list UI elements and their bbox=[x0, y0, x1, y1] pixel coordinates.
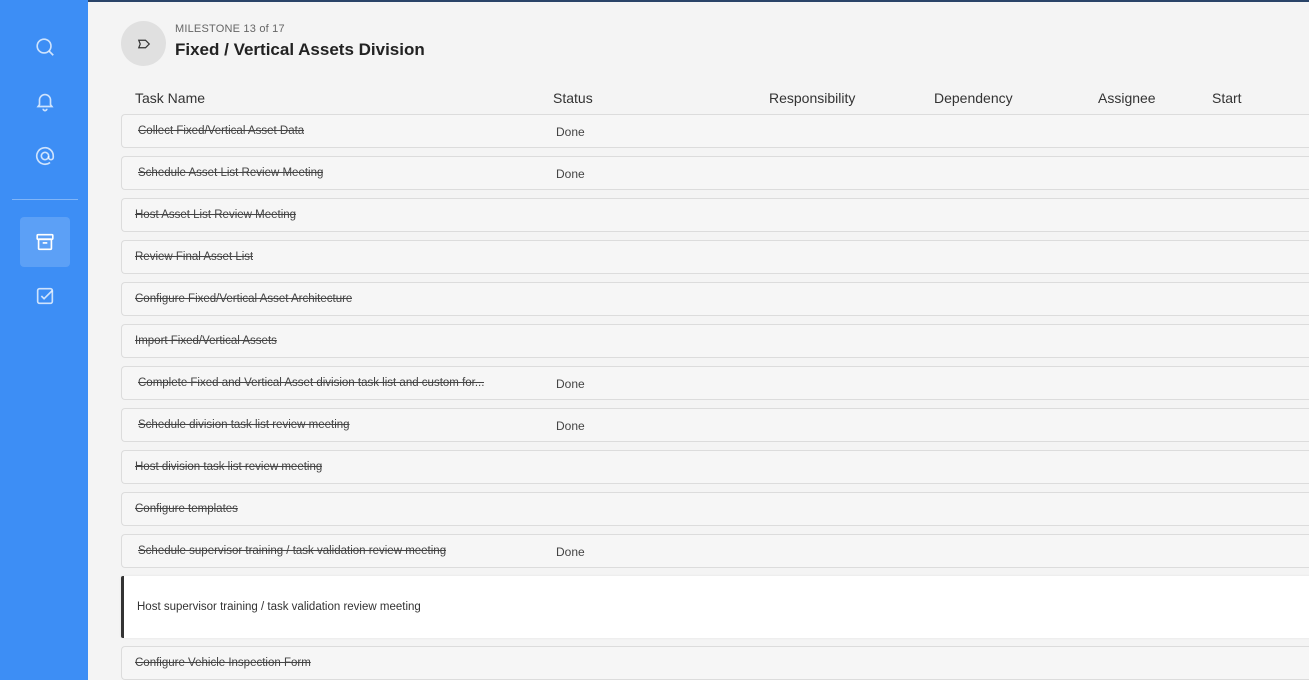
column-header-assignee[interactable]: Assignee bbox=[1098, 90, 1156, 106]
task-status: Done bbox=[556, 545, 585, 559]
column-header-responsibility[interactable]: Responsibility bbox=[769, 90, 855, 106]
task-row[interactable]: Configure Vehicle Inspection Form bbox=[121, 646, 1309, 680]
milestone-counter: MILESTONE 13 of 17 bbox=[175, 23, 285, 35]
at-icon bbox=[35, 146, 55, 166]
task-name: Host division task list review meeting bbox=[135, 461, 323, 473]
task-name: Import Fixed/Vertical Assets bbox=[135, 335, 277, 347]
tasks-button[interactable] bbox=[20, 271, 70, 321]
task-row[interactable]: Configure Fixed/Vertical Asset Architect… bbox=[121, 282, 1309, 316]
task-status: Done bbox=[556, 419, 585, 433]
task-row[interactable]: Complete Fixed and Vertical Asset divisi… bbox=[121, 366, 1309, 400]
checkbox-icon bbox=[36, 287, 54, 305]
bell-icon bbox=[36, 93, 54, 112]
mentions-button[interactable] bbox=[20, 131, 70, 181]
task-status: Done bbox=[556, 125, 585, 139]
rail-divider bbox=[12, 199, 78, 200]
task-row[interactable]: Host division task list review meeting bbox=[121, 450, 1309, 484]
left-nav-rail bbox=[0, 0, 88, 680]
task-row-selected[interactable]: Host supervisor training / task validati… bbox=[121, 576, 1309, 638]
task-name: Review Final Asset List bbox=[135, 251, 254, 263]
task-name: Host Asset List Review Meeting bbox=[135, 209, 297, 221]
column-header-status[interactable]: Status bbox=[553, 90, 593, 106]
task-name: Host supervisor training / task validati… bbox=[137, 601, 421, 613]
task-row[interactable]: Collect Fixed/Vertical Asset Data Done bbox=[121, 114, 1309, 148]
task-row[interactable]: Configure templates bbox=[121, 492, 1309, 526]
task-name: Schedule division task list review meeti… bbox=[138, 419, 350, 431]
task-row[interactable]: Schedule supervisor training / task vali… bbox=[121, 534, 1309, 568]
task-row[interactable]: Schedule Asset List Review Meeting Done bbox=[121, 156, 1309, 190]
column-header-start[interactable]: Start bbox=[1212, 90, 1242, 106]
column-header-task-name[interactable]: Task Name bbox=[135, 90, 205, 106]
archive-button[interactable] bbox=[20, 217, 70, 267]
task-status: Done bbox=[556, 167, 585, 181]
task-name: Collect Fixed/Vertical Asset Data bbox=[138, 125, 305, 137]
task-name: Configure templates bbox=[135, 503, 238, 515]
search-button[interactable] bbox=[20, 22, 70, 72]
task-row[interactable]: Schedule division task list review meeti… bbox=[121, 408, 1309, 442]
task-name: Schedule Asset List Review Meeting bbox=[138, 167, 324, 179]
task-name: Complete Fixed and Vertical Asset divisi… bbox=[138, 377, 485, 389]
task-name: Schedule supervisor training / task vali… bbox=[138, 545, 447, 557]
task-row[interactable]: Review Final Asset List bbox=[121, 240, 1309, 274]
milestone-tag-icon[interactable] bbox=[121, 21, 166, 66]
task-status: Done bbox=[556, 377, 585, 391]
notifications-button[interactable] bbox=[20, 76, 70, 126]
milestone-panel: MILESTONE 13 of 17 Fixed / Vertical Asse… bbox=[88, 0, 1309, 680]
search-icon bbox=[36, 38, 54, 56]
column-header-dependency[interactable]: Dependency bbox=[934, 90, 1013, 106]
milestone-title: Fixed / Vertical Assets Division bbox=[175, 40, 425, 59]
task-name: Configure Fixed/Vertical Asset Architect… bbox=[135, 293, 353, 305]
task-row[interactable]: Host Asset List Review Meeting bbox=[121, 198, 1309, 232]
archive-icon bbox=[36, 233, 54, 251]
task-name: Configure Vehicle Inspection Form bbox=[135, 657, 311, 669]
task-row[interactable]: Import Fixed/Vertical Assets bbox=[121, 324, 1309, 358]
